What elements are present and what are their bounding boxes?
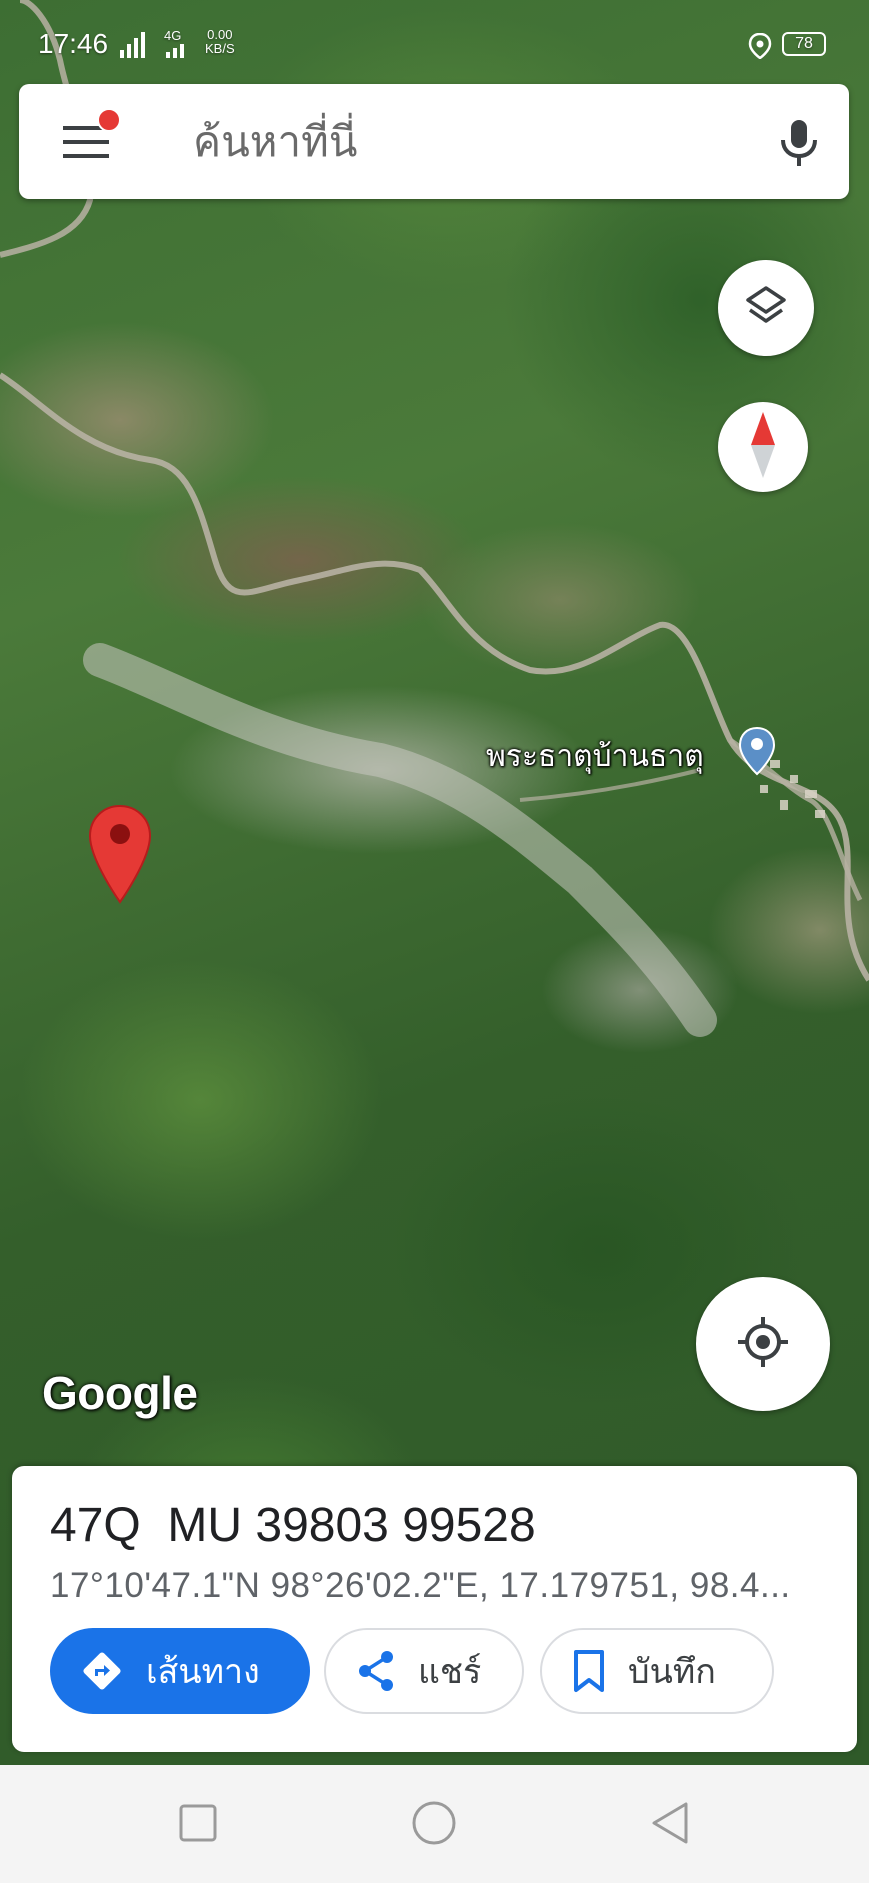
my-location-icon bbox=[736, 1315, 790, 1373]
location-status-icon bbox=[748, 32, 772, 64]
square-icon bbox=[178, 1803, 218, 1847]
status-time: 17:46 bbox=[38, 28, 109, 59]
network-type: 4G bbox=[164, 28, 182, 43]
save-button[interactable]: บันทึก bbox=[540, 1628, 774, 1714]
notification-dot bbox=[97, 108, 121, 132]
triangle-back-icon bbox=[650, 1801, 690, 1849]
place-label[interactable]: พระธาตุบ้านธาตุ bbox=[486, 733, 704, 780]
mic-icon bbox=[771, 120, 827, 174]
signal-2-icon bbox=[164, 42, 190, 63]
search-input[interactable] bbox=[193, 106, 693, 176]
grid-reference: 47Q MU 39803 99528 bbox=[50, 1499, 536, 1552]
my-location-button[interactable] bbox=[696, 1277, 830, 1411]
location-info-card[interactable]: 47Q MU 39803 99528 17°10'47.1"N 98°26'02… bbox=[12, 1466, 857, 1752]
directions-label: เส้นทาง bbox=[146, 1652, 260, 1692]
layers-icon bbox=[742, 282, 790, 334]
compass-icon bbox=[748, 410, 778, 484]
compass-button[interactable] bbox=[718, 402, 808, 492]
voice-search-button[interactable] bbox=[771, 114, 827, 170]
circle-icon bbox=[411, 1800, 457, 1850]
system-nav-bar bbox=[0, 1765, 869, 1883]
home-button[interactable] bbox=[404, 1795, 464, 1855]
recent-apps-button[interactable] bbox=[168, 1795, 228, 1855]
google-logo: Google bbox=[42, 1367, 198, 1419]
share-icon bbox=[356, 1649, 396, 1693]
directions-icon bbox=[80, 1649, 124, 1693]
battery-indicator: 78 bbox=[782, 32, 826, 56]
layers-button[interactable] bbox=[718, 260, 814, 356]
bookmark-icon bbox=[572, 1649, 606, 1693]
save-label: บันทึก bbox=[628, 1652, 716, 1692]
search-bar bbox=[19, 84, 849, 199]
directions-button[interactable]: เส้นทาง bbox=[50, 1628, 310, 1714]
signal-icon bbox=[118, 32, 148, 63]
coordinates: 17°10'47.1"N 98°26'02.2"E, 17.179751, 98… bbox=[50, 1566, 791, 1605]
share-label: แชร์ bbox=[418, 1652, 482, 1692]
data-speed: 0.00 KB/S bbox=[205, 27, 235, 56]
share-button[interactable]: แชร์ bbox=[324, 1628, 524, 1714]
back-button[interactable] bbox=[640, 1795, 700, 1855]
status-bar: 17:46 4G 0.00 KB/S 78 bbox=[0, 0, 869, 88]
